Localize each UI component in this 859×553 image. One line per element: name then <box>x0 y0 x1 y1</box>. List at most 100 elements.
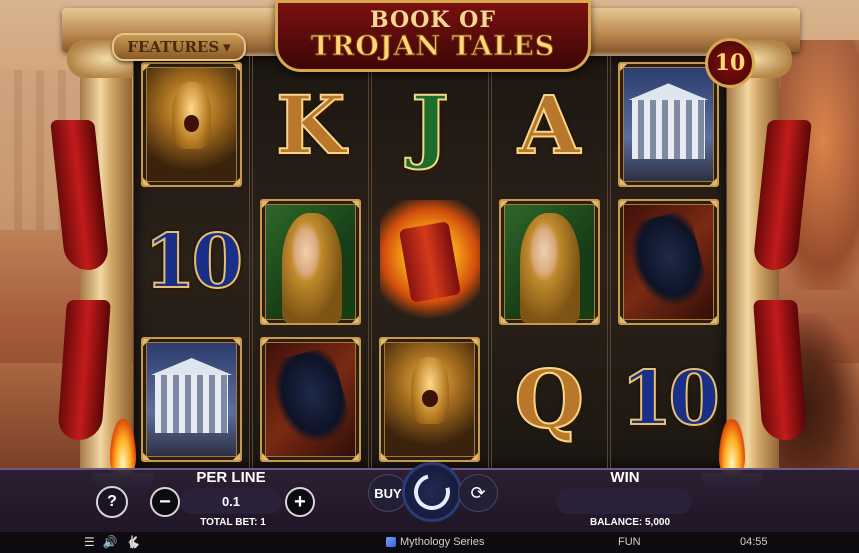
card-corner-ornament <box>619 63 627 71</box>
fire-icon <box>719 419 745 475</box>
reel-3: J <box>371 56 489 468</box>
symbol-king: K <box>275 77 347 172</box>
card-corner-ornament <box>471 338 479 346</box>
card-corner-ornament <box>352 453 360 461</box>
card-corner-ornament <box>590 315 598 323</box>
per-line-value: 0.1 <box>180 488 282 514</box>
symbol-maiden-icon <box>260 199 362 325</box>
card-corner-ornament <box>143 178 151 186</box>
card-corner-ornament <box>500 201 508 209</box>
reel-cell <box>259 197 362 326</box>
reel-cell: A <box>498 60 601 189</box>
game-mode: FUN <box>618 536 641 548</box>
card-corner-ornament <box>471 453 479 461</box>
per-line-label: PER LINE <box>196 469 266 486</box>
card-corner-ornament <box>262 338 270 346</box>
symbol-jack: J <box>410 77 450 172</box>
card-corner-ornament <box>233 63 241 71</box>
card-corner-ornament <box>233 338 241 346</box>
paylines-count: 10 <box>714 50 746 76</box>
spin-button[interactable] <box>402 462 462 522</box>
series-logo-icon <box>386 537 396 547</box>
footer-icons: ☰ 🔊 🐇 <box>84 535 141 549</box>
symbol-ten: 10 <box>143 218 244 305</box>
sound-icon[interactable]: 🔊 <box>103 535 118 549</box>
balance: BALANCE: 5,000 <box>589 517 671 528</box>
title-line-1: BOOK OF <box>370 7 496 33</box>
fire-icon <box>110 419 136 475</box>
brand: Mythology Series <box>386 536 484 548</box>
reel-cell <box>140 335 243 464</box>
features-button[interactable]: FEATURES ▾ <box>112 33 246 61</box>
card-corner-ornament <box>262 315 270 323</box>
symbol-temple-icon <box>617 61 719 188</box>
reel-cell <box>498 197 601 326</box>
spin-icon <box>407 467 457 517</box>
reel-cell: 10 <box>140 197 244 326</box>
symbol-ten: 10 <box>620 356 721 443</box>
autoplay-button[interactable]: ⟳ <box>458 474 498 512</box>
card-corner-ornament <box>500 315 508 323</box>
reel-cell <box>617 60 720 189</box>
card-corner-ornament <box>709 178 717 186</box>
clock: 04:55 <box>740 536 768 548</box>
reel-cell <box>378 197 481 326</box>
card-corner-ornament <box>619 201 627 209</box>
footer-bar: ☰ 🔊 🐇 Mythology Series FUN 04:55 <box>0 532 859 553</box>
card-corner-ornament <box>352 338 360 346</box>
symbol-hero-helmet-icon <box>379 336 481 463</box>
reel-4: AQ <box>490 56 608 468</box>
reel-cell <box>259 335 362 464</box>
increase-bet-button[interactable]: + <box>285 487 315 517</box>
menu-icon[interactable]: ☰ <box>84 535 95 549</box>
card-corner-ornament <box>233 178 241 186</box>
card-corner-ornament <box>590 201 598 209</box>
symbol-hero-helmet-icon <box>141 61 243 188</box>
symbol-book-scatter-icon <box>380 199 480 325</box>
title-line-2: TROJAN TALES <box>310 31 556 63</box>
brand-name: Mythology Series <box>400 536 485 548</box>
reel-cell <box>617 197 720 326</box>
card-corner-ornament <box>381 453 389 461</box>
reel-cell <box>140 60 243 189</box>
game-title: BOOK OF TROJAN TALES <box>275 0 591 72</box>
decrease-bet-button[interactable]: − <box>150 487 180 517</box>
card-corner-ornament <box>709 201 717 209</box>
reel-cell <box>378 335 481 464</box>
turbo-icon[interactable]: 🐇 <box>126 535 141 549</box>
symbol-maiden-icon <box>498 199 600 325</box>
card-corner-ornament <box>143 63 151 71</box>
symbol-trojan-horse-icon <box>617 199 719 325</box>
paylines-badge: 10 <box>705 38 755 88</box>
reel-2: K <box>252 56 370 468</box>
chevron-down-icon: ▾ <box>223 38 231 56</box>
reels-grid: 10 K J A Q 10 <box>133 56 727 468</box>
win-label: WIN <box>610 469 640 486</box>
reel-1: 10 <box>133 56 251 468</box>
reel-cell: K <box>259 60 362 189</box>
per-line-amount: 0.1 <box>221 493 241 509</box>
reel-5: 10 <box>609 56 727 468</box>
help-button[interactable]: ? <box>96 486 128 518</box>
card-corner-ornament <box>619 315 627 323</box>
reel-cell: Q <box>498 335 601 464</box>
card-corner-ornament <box>381 338 389 346</box>
symbol-queen: Q <box>513 352 585 447</box>
reel-cell: J <box>378 60 481 189</box>
features-label: FEATURES <box>127 38 220 56</box>
reel-cell: 10 <box>617 335 721 464</box>
symbol-ace: A <box>517 77 581 172</box>
card-corner-ornament <box>262 453 270 461</box>
card-corner-ornament <box>352 201 360 209</box>
card-corner-ornament <box>233 453 241 461</box>
autoplay-icon: ⟳ <box>470 482 486 503</box>
symbol-trojan-horse-icon <box>260 336 362 463</box>
card-corner-ornament <box>262 201 270 209</box>
win-display <box>556 488 692 514</box>
card-corner-ornament <box>352 315 360 323</box>
card-corner-ornament <box>143 338 151 346</box>
card-corner-ornament <box>619 178 627 186</box>
total-bet: TOTAL BET: 1 <box>200 517 266 528</box>
symbol-temple-icon <box>141 336 243 463</box>
card-corner-ornament <box>709 315 717 323</box>
